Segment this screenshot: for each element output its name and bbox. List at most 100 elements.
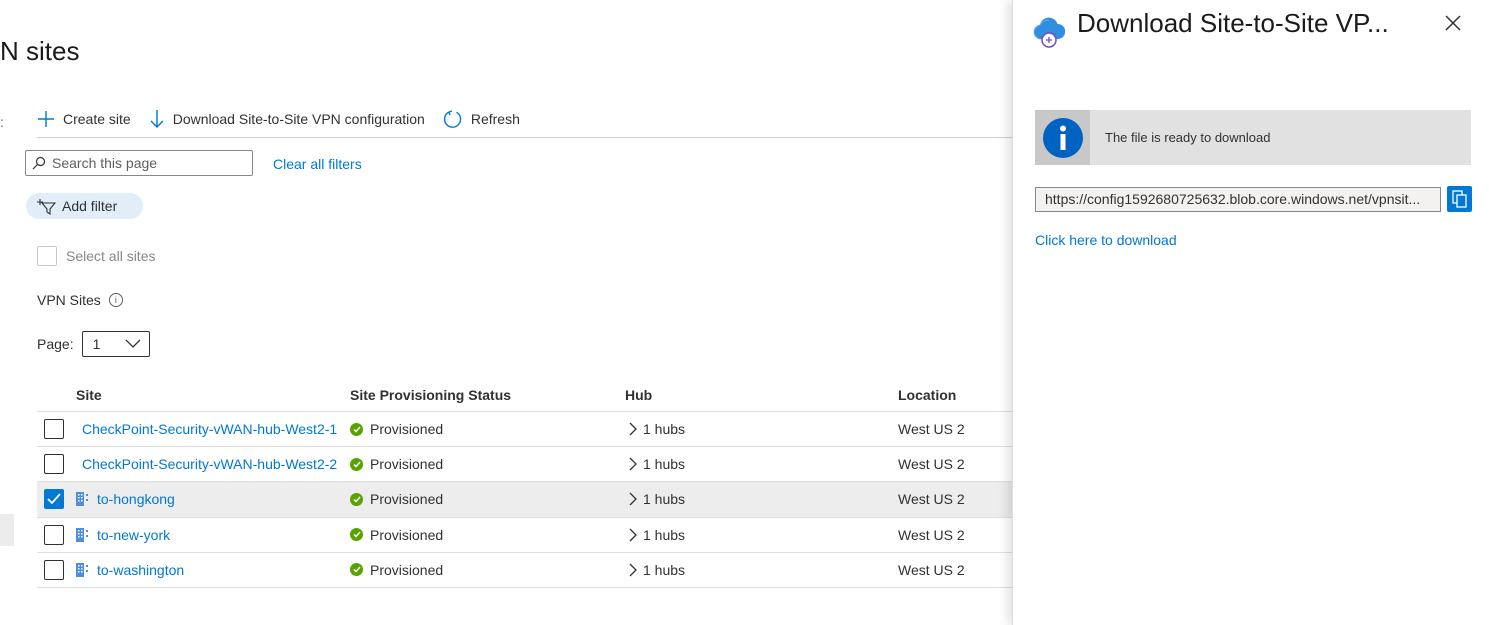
info-message-text: The file is ready to download	[1105, 130, 1271, 145]
pagination: Page: 1	[37, 331, 150, 357]
hub-expand[interactable]: 1 hubs	[629, 562, 685, 578]
close-icon[interactable]	[1443, 13, 1463, 33]
row-checkbox[interactable]	[44, 419, 64, 440]
site-link[interactable]: to-hongkong	[97, 491, 175, 507]
chevron-right-icon	[629, 422, 637, 436]
chevron-right-icon	[629, 528, 637, 542]
row-checkbox[interactable]	[44, 559, 64, 580]
chevron-right-icon	[629, 493, 637, 506]
success-check-icon	[350, 492, 363, 506]
hub-text: 1 hubs	[643, 421, 686, 438]
site-link[interactable]: to-new-york	[97, 527, 170, 543]
hub-expand[interactable]: 1 hubs	[629, 421, 685, 437]
download-config-button[interactable]: Download Site-to-Site VPN configuration	[149, 109, 425, 129]
select-all-label: Select all sites	[66, 248, 156, 264]
vpn-sites-grid: Site Site Provisioning Status Hub Locati…	[37, 378, 1012, 588]
select-all-checkbox[interactable]	[37, 246, 57, 266]
vpn-cloud-icon	[1033, 17, 1065, 48]
vpn-site-icon	[76, 562, 88, 577]
plus-icon	[38, 110, 54, 127]
page-dropdown[interactable]: 1	[81, 331, 150, 357]
clear-all-filters-link[interactable]: Clear all filters	[273, 156, 362, 172]
refresh-button[interactable]: Refresh	[443, 109, 520, 129]
row-checkbox[interactable]	[44, 489, 64, 510]
page-title: N sites	[0, 36, 80, 66]
site-link[interactable]: to-washington	[97, 562, 184, 578]
success-check-icon	[350, 528, 363, 542]
download-config-label: Download Site-to-Site VPN configuration	[172, 110, 425, 127]
column-header-site[interactable]: Site	[75, 387, 350, 403]
config-url-text: https://config1592680725632.blob.core.wi…	[1045, 191, 1421, 207]
column-header-location[interactable]: Location	[898, 387, 1012, 403]
status-text: Provisioned	[370, 491, 444, 508]
grid-header: Site Site Provisioning Status Hub Locati…	[37, 378, 1012, 412]
row-checkbox[interactable]	[44, 524, 64, 545]
table-row[interactable]: CheckPoint-Security-vWAN-hub-West2-2 Prov…	[37, 447, 1012, 483]
info-icon	[1042, 117, 1083, 158]
column-header-hub[interactable]: Hub	[625, 387, 898, 403]
info-bar-icon-area	[1035, 110, 1090, 165]
select-all-sites: Select all sites	[37, 246, 155, 266]
add-filter-icon	[37, 199, 56, 215]
left-edge-mark: :	[0, 114, 4, 130]
grid-body: CheckPoint-Security-vWAN-hub-West2-1 Prov…	[37, 412, 1012, 588]
search-icon	[32, 156, 46, 170]
config-url-row: https://config1592680725632.blob.core.wi…	[1035, 186, 1472, 212]
chevron-down-icon	[125, 339, 141, 348]
add-filter-label: Add filter	[62, 198, 118, 214]
search-input[interactable]	[52, 155, 242, 171]
table-row[interactable]: CheckPoint-Security-vWAN-hub-West2-1 Prov…	[37, 412, 1012, 448]
click-to-download-link[interactable]: Click here to download	[1035, 232, 1177, 248]
copy-icon	[1451, 190, 1467, 208]
status-text: Provisioned	[370, 421, 444, 438]
left-nav-highlight	[0, 514, 14, 546]
command-bar: Create site Download Site-to-Site VPN co…	[37, 100, 1012, 138]
success-check-icon	[350, 563, 363, 577]
hub-expand[interactable]: 1 hubs	[629, 527, 685, 543]
hub-expand[interactable]: 1 hubs	[629, 456, 685, 472]
vpn-site-icon	[76, 527, 88, 542]
status-text: Provisioned	[370, 526, 444, 543]
add-filter-button[interactable]: Add filter	[26, 193, 143, 219]
info-icon[interactable]: i	[108, 293, 123, 307]
refresh-label: Refresh	[470, 110, 520, 127]
refresh-icon	[443, 109, 462, 128]
hub-text: 1 hubs	[643, 526, 686, 543]
download-arrow-icon	[150, 109, 164, 128]
config-url-field[interactable]: https://config1592680725632.blob.core.wi…	[1035, 186, 1441, 212]
vpn-sites-section: VPN Sites i	[37, 292, 123, 308]
hub-text: 1 hubs	[643, 561, 686, 578]
create-site-button[interactable]: Create site	[37, 110, 131, 128]
table-row[interactable]: to-new-york Provisioned 1 hubs West US 2	[37, 518, 1012, 553]
location-cell: West US 2	[898, 421, 965, 438]
table-row[interactable]: to-washington Provisioned 1 hubs West US 2	[37, 553, 1012, 588]
vpn-sites-label: VPN Sites	[37, 292, 101, 308]
vpn-sites-page: N sites : Create site Download Site-to-S…	[0, 0, 1012, 625]
create-site-label: Create site	[63, 110, 131, 127]
site-link[interactable]: CheckPoint-Security-vWAN-hub-West2-1	[82, 421, 337, 437]
success-check-icon	[350, 422, 363, 436]
chevron-right-icon	[629, 457, 637, 471]
hub-expand[interactable]: 1 hubs	[629, 491, 685, 507]
status-text: Provisioned	[370, 561, 444, 578]
location-cell: West US 2	[898, 456, 965, 473]
page-dropdown-value: 1	[92, 336, 101, 352]
column-header-status[interactable]: Site Provisioning Status	[350, 387, 625, 403]
copy-to-clipboard-button[interactable]	[1447, 186, 1472, 212]
download-config-blade: Download Site-to-Site VP... The file is …	[1012, 0, 1489, 625]
blade-title: Download Site-to-Site VP...	[1077, 8, 1389, 38]
row-checkbox[interactable]	[44, 454, 64, 475]
location-cell: West US 2	[898, 561, 965, 578]
location-cell: West US 2	[898, 491, 965, 508]
status-text: Provisioned	[370, 456, 444, 473]
success-check-icon	[350, 457, 363, 471]
hub-text: 1 hubs	[643, 491, 686, 508]
location-cell: West US 2	[898, 526, 965, 543]
page-label: Page:	[37, 336, 74, 352]
site-link[interactable]: CheckPoint-Security-vWAN-hub-West2-2	[82, 456, 337, 472]
hub-text: 1 hubs	[643, 456, 686, 473]
search-box	[25, 150, 253, 176]
vpn-site-icon	[76, 492, 88, 507]
table-row[interactable]: to-hongkong Provisioned 1 hubs West US 2	[37, 482, 1012, 518]
info-message-bar: The file is ready to download	[1035, 110, 1471, 165]
